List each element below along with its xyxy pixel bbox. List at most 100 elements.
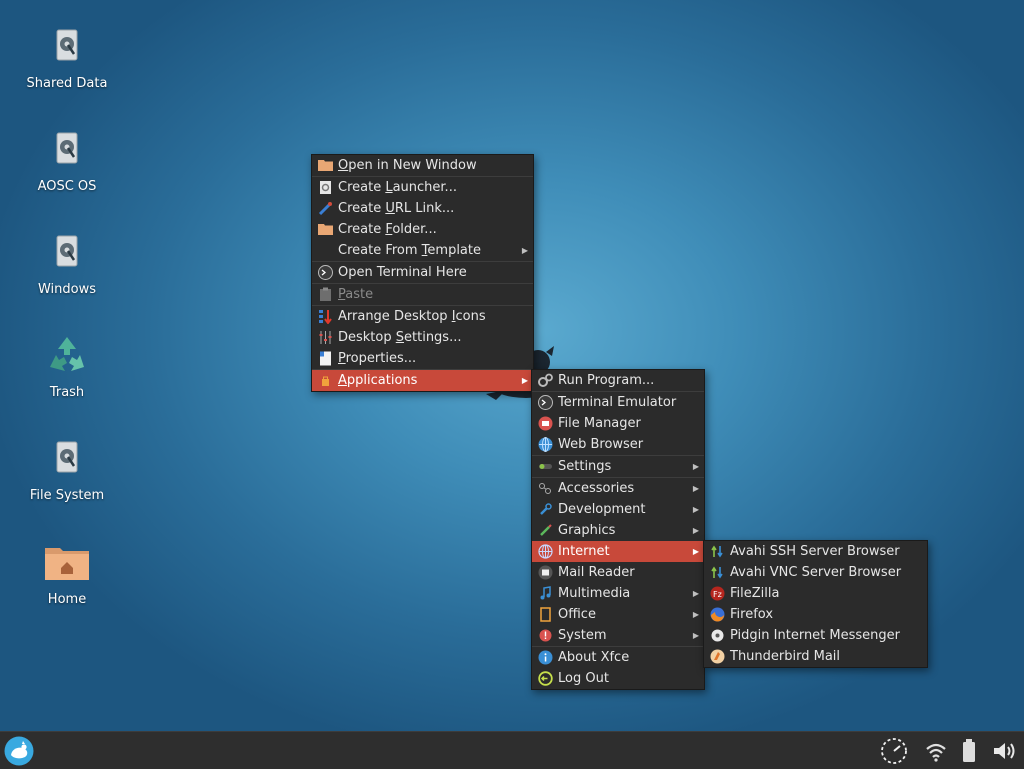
desktop-icon-label: File System	[29, 488, 105, 503]
menu-item-office[interactable]: Office ▶	[532, 604, 704, 625]
menu-item-run-program[interactable]: Run Program...	[532, 370, 704, 391]
submenu-arrow-icon: ▶	[521, 376, 528, 385]
menu-item-accessories[interactable]: Accessories ▶	[532, 477, 704, 499]
desktop-context-menu: Open in New Window Create Launcher... Cr…	[311, 154, 534, 392]
menu-item-create-launcher[interactable]: Create Launcher...	[312, 176, 533, 198]
desktop-icon-home[interactable]: Home	[17, 540, 117, 607]
pen-icon	[540, 524, 552, 536]
properties-icon	[320, 351, 331, 366]
menu-item-web-browser[interactable]: Web Browser	[532, 434, 704, 455]
menu-item-multimedia[interactable]: Multimedia ▶	[532, 583, 704, 604]
bag-icon	[322, 376, 329, 386]
menu-item-open-terminal-here[interactable]: Open Terminal Here	[312, 261, 533, 283]
menu-item-development[interactable]: Development ▶	[532, 499, 704, 520]
menu-item-properties[interactable]: Properties...	[312, 348, 533, 369]
menu-item-log-out[interactable]: Log Out	[532, 668, 704, 689]
internet-submenu: Avahi SSH Server Browser Avahi VNC Serve…	[703, 540, 928, 668]
menu-item-settings[interactable]: Settings ▶	[532, 455, 704, 477]
submenu-arrow-icon: ▶	[521, 246, 528, 255]
desktop-icon-label: Home	[47, 592, 87, 607]
music-note-icon	[540, 586, 551, 600]
menu-item-desktop-settings[interactable]: Desktop Settings...	[312, 327, 533, 348]
menu-item-pidgin[interactable]: Pidgin Internet Messenger	[704, 625, 927, 646]
globe-icon	[538, 437, 553, 452]
terminal-icon	[318, 265, 333, 280]
menu-item-avahi-ssh[interactable]: Avahi SSH Server Browser	[704, 541, 927, 562]
internet-globe-icon	[538, 544, 553, 559]
drive-icon	[56, 235, 78, 267]
submenu-arrow-icon: ▶	[692, 610, 699, 619]
desktop-icon-aosc-os[interactable]: AOSC OS	[17, 127, 117, 194]
menu-item-create-from-template[interactable]: Create From Template ▶	[312, 240, 533, 261]
folder-icon	[318, 224, 333, 235]
menu-item-graphics[interactable]: Graphics ▶	[532, 520, 704, 541]
submenu-arrow-icon: ▶	[692, 547, 699, 556]
launcher-icon	[320, 181, 331, 194]
wifi-icon[interactable]	[922, 737, 950, 765]
menu-item-terminal-emulator[interactable]: Terminal Emulator	[532, 391, 704, 413]
link-icon	[318, 202, 332, 216]
menu-item-internet[interactable]: Internet ▶	[532, 541, 704, 562]
menu-item-thunderbird[interactable]: Thunderbird Mail	[704, 646, 927, 667]
filezilla-icon: Fz	[710, 586, 725, 601]
menu-item-arrange-desktop-icons[interactable]: Arrange Desktop Icons	[312, 305, 533, 327]
menu-item-firefox[interactable]: Firefox	[704, 604, 927, 625]
clipboard-icon	[320, 287, 331, 301]
recycle-icon	[50, 337, 84, 371]
submenu-arrow-icon: ▶	[692, 505, 699, 514]
drive-icon	[56, 441, 78, 473]
wrench-icon	[540, 503, 552, 515]
desktop-icon-trash[interactable]: Trash	[17, 333, 117, 400]
menu-item-create-folder[interactable]: Create Folder...	[312, 219, 533, 240]
submenu-arrow-icon: ▶	[692, 589, 699, 598]
menu-item-system[interactable]: System ▶	[532, 625, 704, 646]
desktop-icon-label: Trash	[49, 385, 85, 400]
menu-item-file-manager[interactable]: File Manager	[532, 413, 704, 434]
menu-item-paste[interactable]: Paste	[312, 283, 533, 305]
clock-icon[interactable]	[880, 737, 908, 765]
submenu-arrow-icon: ▶	[692, 526, 699, 535]
home-folder-icon	[45, 548, 89, 580]
submenu-arrow-icon: ▶	[692, 462, 699, 471]
pidgin-icon	[711, 629, 724, 642]
menu-item-avahi-vnc[interactable]: Avahi VNC Server Browser	[704, 562, 927, 583]
avahi-icon	[711, 566, 723, 579]
drive-icon	[56, 132, 78, 164]
desktop-icon-shared-data[interactable]: Shared Data	[17, 24, 117, 91]
svg-text:Fz: Fz	[713, 590, 722, 599]
logout-icon	[538, 671, 553, 686]
folder-icon	[318, 160, 333, 171]
desktop-icon-label: Shared Data	[26, 76, 108, 91]
settings-toggle-icon	[539, 464, 552, 469]
desktop-icon-label: AOSC OS	[37, 179, 97, 194]
menu-item-filezilla[interactable]: Fz FileZilla	[704, 583, 927, 604]
menu-item-create-url-link[interactable]: Create URL Link...	[312, 198, 533, 219]
volume-icon[interactable]	[990, 737, 1018, 765]
desktop-icon-windows[interactable]: Windows	[17, 230, 117, 297]
taskbar	[0, 731, 1024, 769]
desktop-icon-label: Windows	[37, 282, 97, 297]
submenu-arrow-icon: ▶	[692, 631, 699, 640]
menu-item-about-xfce[interactable]: About Xfce	[532, 646, 704, 668]
submenu-arrow-icon: ▶	[692, 484, 699, 493]
xfce-mouse-icon[interactable]	[4, 736, 34, 766]
applications-submenu: Run Program... Terminal Emulator File Ma…	[531, 369, 705, 690]
menu-item-mail-reader[interactable]: Mail Reader	[532, 562, 704, 583]
arrange-icon	[319, 310, 332, 324]
menu-item-open-new-window[interactable]: Open in New Window	[312, 155, 533, 176]
info-icon	[538, 650, 553, 665]
drive-icon	[56, 29, 78, 61]
terminal-icon	[538, 395, 553, 410]
settings-sliders-icon	[319, 331, 332, 344]
battery-icon[interactable]	[955, 737, 983, 765]
gears-icon	[538, 373, 553, 387]
avahi-icon	[711, 545, 723, 558]
desktop-icon-file-system[interactable]: File System	[17, 436, 117, 503]
mail-icon	[538, 565, 553, 580]
document-icon	[540, 607, 551, 622]
menu-item-applications[interactable]: Applications ▶	[312, 369, 533, 391]
firefox-icon	[710, 607, 725, 622]
system-icon	[539, 629, 552, 642]
accessories-icon	[539, 483, 551, 494]
file-manager-icon	[538, 416, 553, 431]
